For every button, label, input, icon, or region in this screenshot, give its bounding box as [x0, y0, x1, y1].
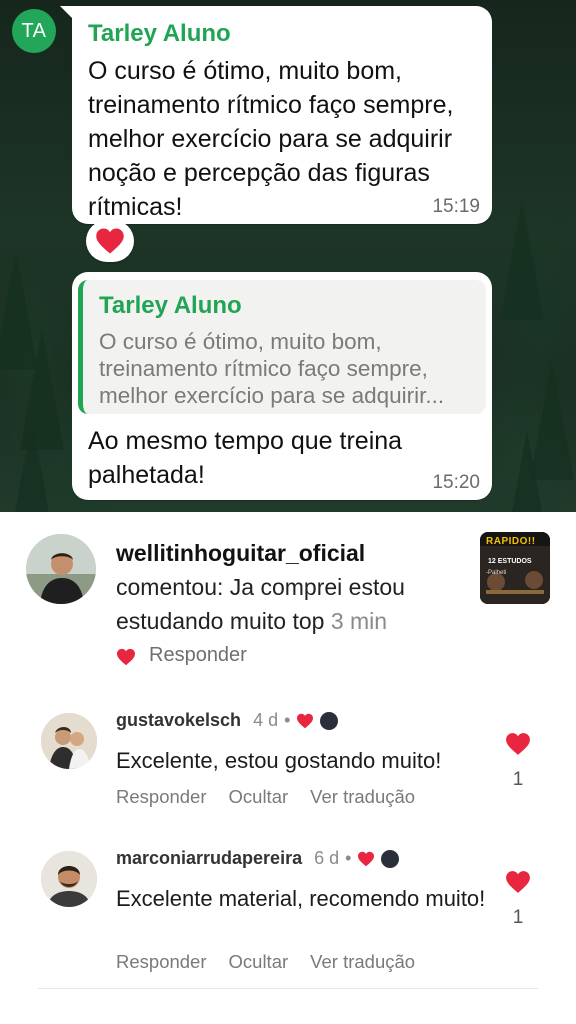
heart-reaction[interactable] — [86, 220, 134, 262]
heart-icon[interactable] — [505, 732, 531, 756]
user-photo-icon — [41, 713, 97, 769]
reply-button[interactable]: Responder — [116, 786, 207, 808]
comment-text: Excelente material, recomendo muito! — [116, 886, 486, 911]
comment-notification[interactable]: wellitinhoguitar_oficial comentou: Ja co… — [0, 512, 576, 682]
comment-age: 4 d — [253, 710, 279, 730]
message-bubble-1[interactable]: Tarley Aluno O curso é ótimo, muito bom,… — [60, 6, 492, 224]
comment-age: 6 d — [314, 848, 340, 868]
thumbnail-title: RAPIDO!! — [486, 536, 536, 547]
message-text: Ao mesmo tempo que treina palhetada! — [88, 427, 403, 489]
like-count: 1 — [512, 769, 524, 790]
avatar[interactable] — [41, 851, 97, 907]
message-time: 15:19 — [432, 196, 480, 217]
quote-text: O curso é ótimo, muito bom, treinamento … — [99, 329, 445, 408]
notification-username[interactable]: wellitinhoguitar_oficial — [116, 540, 365, 567]
hide-button[interactable]: Ocultar — [229, 951, 289, 973]
separator: • — [345, 848, 352, 868]
like-control[interactable]: 1 — [502, 870, 534, 929]
like-control[interactable]: 1 — [502, 732, 534, 791]
message-time: 15:20 — [432, 472, 480, 493]
separator: • — [284, 710, 291, 730]
post-thumbnail[interactable]: RAPIDO!! 12 ESTUDOS -Palheti — [480, 532, 550, 604]
comment-header: marconiarrudapereira 6 d • — [116, 848, 400, 869]
reply-button[interactable]: Responder — [149, 644, 247, 667]
author-liked-heart-icon — [358, 851, 375, 866]
comment-actions: Responder Ocultar Ver tradução — [116, 786, 415, 808]
tree-shape — [505, 430, 549, 512]
comment-header: gustavokelsch 4 d • — [116, 710, 339, 731]
hide-button[interactable]: Ocultar — [229, 786, 289, 808]
notification-text: comentou: Ja comprei estou estudando mui… — [116, 570, 456, 638]
author-liked-heart-icon — [297, 713, 314, 728]
author-mini-avatar — [381, 849, 400, 868]
divider — [38, 988, 538, 989]
heart-icon — [96, 228, 124, 254]
author-mini-avatar — [320, 711, 339, 730]
quote-sender: Tarley Aluno — [99, 292, 242, 319]
quoted-message[interactable]: Tarley Aluno O curso é ótimo, muito bom,… — [78, 280, 486, 414]
comment-item: gustavokelsch 4 d • Excelente, estou gos… — [0, 700, 576, 820]
thumbnail-subtitle: 12 ESTUDOS — [488, 558, 532, 565]
avatar[interactable] — [26, 534, 96, 604]
notification-age: 3 min — [330, 608, 388, 634]
heart-icon[interactable] — [116, 648, 136, 666]
message-sender: Tarley Aluno — [88, 20, 231, 47]
sender-avatar[interactable]: TA — [12, 9, 56, 53]
user-photo-icon — [26, 534, 96, 604]
heart-icon[interactable] — [505, 870, 531, 894]
comment-username[interactable]: gustavokelsch — [116, 710, 241, 731]
comment-text: Excelente, estou gostando muito! — [116, 748, 442, 773]
user-photo-icon — [41, 851, 97, 907]
tree-shape — [10, 420, 54, 512]
see-translation-button[interactable]: Ver tradução — [310, 951, 415, 973]
tree-shape — [500, 200, 544, 320]
thumbnail-caption: -Palheti — [486, 570, 507, 576]
message-text: O curso é ótimo, muito bom, treinamento … — [88, 57, 454, 221]
avatar[interactable] — [41, 713, 97, 769]
comment-username[interactable]: marconiarrudapereira — [116, 848, 302, 869]
avatar-initials: TA — [21, 19, 47, 42]
see-translation-button[interactable]: Ver tradução — [310, 786, 415, 808]
reply-button[interactable]: Responder — [116, 951, 207, 973]
chat-screenshot: TA Tarley Aluno O curso é ótimo, muito b… — [0, 0, 576, 512]
like-count: 1 — [512, 907, 524, 928]
message-bubble-2[interactable]: Tarley Aluno O curso é ótimo, muito bom,… — [72, 272, 492, 500]
comment-actions: Responder Ocultar Ver tradução — [116, 951, 415, 973]
comment-item: marconiarrudapereira 6 d • Excelente mat… — [0, 838, 576, 978]
